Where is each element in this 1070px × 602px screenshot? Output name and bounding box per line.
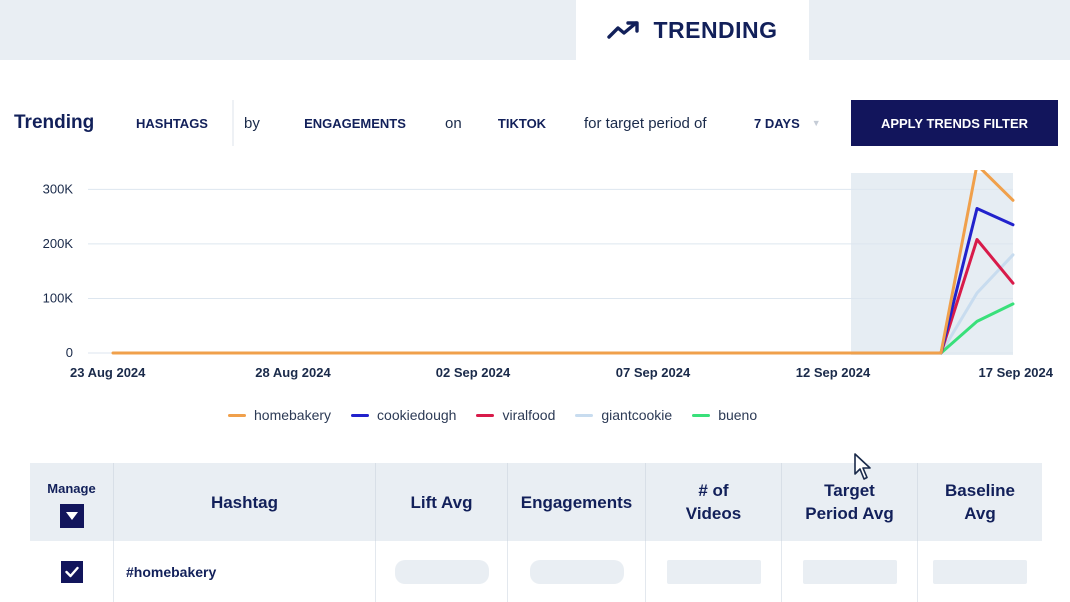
mouse-pointer-icon [854,453,871,480]
platform-select[interactable]: TIKTOK [478,100,566,146]
chart-legend: homebakery cookiedough viralfood giantcooki… [228,407,757,423]
y-tick-label: 200K [43,236,74,251]
engagements-cell [508,541,646,602]
loading-placeholder [802,559,897,584]
baseline-header-line2: Avg [964,504,996,523]
x-tick-label: 28 Aug 2024 [255,365,331,380]
x-tick-label: 02 Sep 2024 [436,365,511,380]
legend-swatch [476,413,495,417]
filter-on-text: on [445,115,462,132]
tab-trending[interactable]: TRENDING [576,0,809,60]
baseline-avg-cell [918,541,1042,602]
period-select[interactable]: 7 DAYS ▼ [738,100,830,146]
baseline-avg-column-header[interactable]: Baseline Avg [918,463,1042,541]
loading-placeholder [529,559,624,584]
metric-select[interactable]: ENGAGEMENTS [282,100,428,146]
legend-item-bueno[interactable]: bueno [692,407,757,423]
trends-line-chart: 0 100K 200K 300K 23 Aug 2024 28 Aug 2024 02 Se… [43,170,1054,380]
engagements-column-header[interactable]: Engagements [508,463,646,541]
videos-cell [646,541,782,602]
period-value: 7 DAYS [754,115,800,131]
tab-trending-label: TRENDING [653,16,778,43]
hashtag-value: #homebakery [126,563,217,580]
x-tick-label: 12 Sep 2024 [796,365,871,380]
target-header-line1: Target [824,481,875,500]
manage-cell [30,541,114,602]
lift-header-label: Lift Avg [410,492,473,512]
filter-title: Trending [14,112,95,133]
baseline-header-line1: Baseline [945,481,1015,500]
platform-value: TIKTOK [497,115,547,131]
legend-swatch [351,413,370,417]
videos-column-header[interactable]: # of Videos [646,463,782,541]
target-period-avg-cell [782,541,918,602]
x-tick-label: 17 Sep 2024 [979,365,1054,380]
table-header: Manage Hashtag Lift Avg Engagements # of… [30,463,1042,541]
legend-label: viralfood [502,407,556,423]
target-period-highlight [851,173,1013,355]
filter-by-text: by [244,115,260,132]
videos-header-line2: Videos [685,504,742,523]
filter-period-text: for target period of [584,115,707,132]
loading-placeholder [666,559,761,584]
target-header-label: Target Period Avg [805,479,893,525]
x-tick-label: 07 Sep 2024 [616,365,691,380]
legend-item-homebakery[interactable]: homebakery [228,407,331,423]
loading-placeholder [933,559,1027,584]
chevron-down-icon: ▼ [811,118,821,128]
target-period-avg-column-header[interactable]: Target Period Avg [782,463,918,541]
baseline-header-label: Baseline Avg [945,479,1015,525]
hashtag-column-header[interactable]: Hashtag [114,463,376,541]
top-nav-bar: TRENDING [0,0,1070,60]
manage-label: Manage [47,480,96,496]
hashtag-header-label: Hashtag [210,492,279,512]
trending-up-icon [607,21,640,39]
legend-label: giantcookie [601,407,673,423]
target-header-line2: Period Avg [805,504,894,523]
content-type-value: HASHTAGS [136,115,208,131]
legend-label: cookiedough [377,407,457,423]
legend-swatch [692,413,711,417]
legend-item-cookiedough[interactable]: cookiedough [351,407,456,423]
hashtag-cell: #homebakery [114,541,376,602]
legend-label: bueno [718,407,758,423]
metric-value: ENGAGEMENTS [304,115,406,131]
videos-header-label: # of Videos [686,479,741,525]
y-tick-label: 0 [66,345,73,360]
caret-down-icon [65,511,78,520]
engagements-header-label: Engagements [520,492,633,512]
trends-filter-bar: Trending HASHTAGS by ENGAGEMENTS on TIKT… [0,100,1070,146]
y-tick-label: 300K [43,181,74,196]
legend-swatch [228,413,246,417]
legend-item-giantcookie[interactable]: giantcookie [575,407,672,423]
legend-label: homebakery [254,407,332,423]
hashtag-table: Manage Hashtag Lift Avg Engagements # of… [30,463,1042,602]
legend-item-viralfood[interactable]: viralfood [476,407,555,423]
legend-swatch [575,413,594,417]
x-tick-label: 23 Aug 2024 [70,365,146,380]
manage-column-header: Manage [30,463,114,541]
loading-placeholder [394,559,489,584]
manage-dropdown-button[interactable] [59,503,84,528]
y-tick-label: 100K [43,290,74,305]
table-row[interactable]: #homebakery [30,541,1042,602]
apply-trends-filter-button[interactable]: APPLY TRENDS FILTER [851,100,1058,146]
row-checkbox[interactable] [60,560,83,583]
lift-avg-cell [376,541,508,602]
videos-header-line1: # of [698,481,729,500]
lift-avg-column-header[interactable]: Lift Avg [376,463,508,541]
content-type-select[interactable]: HASHTAGS [112,100,234,146]
checkmark-icon [64,566,79,577]
